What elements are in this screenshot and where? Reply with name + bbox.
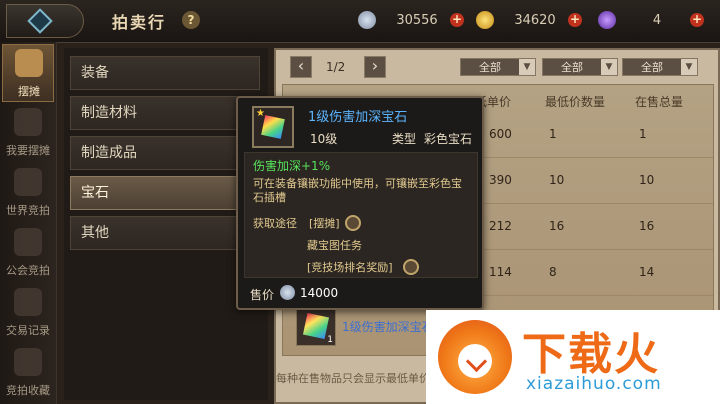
watermark: 下载火 xiazaihuo.com — [426, 310, 720, 404]
filter-value: 全部 — [561, 61, 583, 74]
item-type-value: 彩色宝石 — [424, 132, 473, 146]
page-indicator: 1/2 — [326, 60, 346, 74]
cart-icon — [15, 49, 43, 77]
min-qty-cell: 10 — [549, 173, 565, 187]
sidebar-item-world-auction[interactable]: 世界竞拍 — [2, 164, 54, 222]
sidebar-item-stall[interactable]: 摆摊 — [2, 44, 54, 102]
filter-value: 全部 — [479, 61, 501, 74]
gem-icon — [302, 312, 330, 340]
add-gold-button[interactable]: + — [568, 13, 582, 27]
prev-page-button[interactable]: ‹ — [290, 56, 312, 78]
item-stat: 伤害加深+1% — [253, 159, 331, 173]
price-cell: 212 — [489, 219, 512, 233]
sidebar-item-label: 我要摆摊 — [6, 144, 50, 157]
chevron-down-icon: ▼ — [601, 59, 617, 75]
sidebar-item-label: 摆摊 — [18, 85, 40, 98]
total-cell: 10 — [639, 173, 655, 187]
sidebar-item-label: 公会竞拍 — [6, 264, 50, 277]
price-cell: 600 — [489, 127, 512, 141]
search-icon[interactable] — [403, 259, 419, 275]
star-icon: ★ — [256, 108, 265, 119]
category-products[interactable]: 制造成品 — [70, 136, 260, 170]
item-name: 1级伤害加深宝石 — [342, 320, 434, 334]
item-price: 14000 — [300, 286, 339, 300]
category-materials[interactable]: 制造材料 — [70, 96, 260, 130]
item-tooltip: ★ 1级伤害加深宝石 10级 类型 彩色宝石 伤害加深+1% 可在装备镶嵌功能中… — [236, 96, 484, 310]
source-stall-link[interactable]: [摆摊] — [309, 215, 340, 231]
source-treasure-map: 藏宝图任务 — [307, 239, 362, 252]
sidebar-item-label: 世界竞拍 — [6, 204, 50, 217]
total-cell: 1 — [639, 127, 647, 141]
price-label: 售价 — [250, 288, 275, 302]
purple-gem-icon — [598, 11, 616, 29]
sidebar-item-trade-log[interactable]: 交易记录 — [2, 284, 54, 342]
page-title: 拍卖行 — [112, 13, 167, 32]
sidebar-item-label: 交易记录 — [6, 324, 50, 337]
item-thumbnail: 1 — [296, 306, 336, 346]
favorite-icon — [14, 348, 42, 376]
price-cell: 390 — [489, 173, 512, 187]
tooltip-details: 伤害加深+1% 可在装备镶嵌功能中使用，可镶嵌至彩色宝石插槽 获取途径 [摆摊]… — [244, 152, 478, 278]
item-type-label: 类型 — [392, 132, 417, 146]
category-gems[interactable]: 宝石 — [70, 176, 260, 210]
back-diamond-icon — [27, 8, 53, 34]
price-cell: 114 — [489, 265, 512, 279]
min-qty-cell: 1 — [549, 127, 557, 141]
sidebar: 摆摊 我要摆摊 世界竞拍 公会竞拍 交易记录 竞拍收藏 — [0, 42, 57, 404]
column-header-total: 在售总量 — [635, 95, 684, 109]
item-description: 可在装备镶嵌功能中使用，可镶嵌至彩色宝石插槽 — [253, 177, 462, 204]
stall-icon — [14, 108, 42, 136]
filter-dropdown-3[interactable]: 全部 ▼ — [622, 58, 698, 76]
total-cell: 14 — [639, 265, 655, 279]
add-silver-button[interactable]: + — [450, 13, 464, 27]
silver-coin-icon — [358, 11, 376, 29]
item-count: 1 — [327, 335, 333, 345]
item-icon: ★ — [252, 106, 294, 148]
source-label: 获取途径 — [253, 217, 297, 230]
filter-value: 全部 — [641, 61, 663, 74]
silver-amount: 30556 — [396, 13, 438, 28]
filter-dropdown-2[interactable]: 全部 ▼ — [542, 58, 618, 76]
gold-amount: 34620 — [514, 13, 556, 28]
category-equipment[interactable]: 装备 — [70, 56, 260, 90]
chevron-down-icon: ▼ — [681, 59, 697, 75]
item-level: 10级 — [310, 132, 338, 146]
gold-coin-icon — [476, 11, 494, 29]
back-button[interactable] — [6, 4, 84, 38]
chevron-down-icon: ▼ — [519, 59, 535, 75]
watermark-en: xiazaihuo.com — [526, 374, 662, 394]
next-page-button[interactable]: › — [364, 56, 386, 78]
sidebar-item-my-stall[interactable]: 我要摆摊 — [2, 104, 54, 162]
top-bar: 拍卖行 ? 30556 + 34620 + 4 + — [0, 0, 720, 43]
gem-amount: 4 — [652, 13, 662, 28]
watermark-cn: 下载火 — [522, 329, 660, 380]
category-other[interactable]: 其他 — [70, 216, 260, 250]
download-logo-icon — [438, 320, 512, 394]
item-name: 1级伤害加深宝石 — [308, 110, 408, 125]
min-qty-cell: 16 — [549, 219, 565, 233]
sidebar-item-favorites[interactable]: 竞拍收藏 — [2, 344, 54, 402]
total-cell: 16 — [639, 219, 655, 233]
add-gem-button[interactable]: + — [690, 13, 704, 27]
source-arena-link[interactable]: [竞技场排名奖励] — [307, 259, 393, 275]
sidebar-item-guild-auction[interactable]: 公会竞拍 — [2, 224, 54, 282]
filter-dropdown-1[interactable]: 全部 ▼ — [460, 58, 536, 76]
scroll-icon — [14, 288, 42, 316]
sidebar-item-label: 竞拍收藏 — [6, 384, 50, 397]
scales-icon — [14, 168, 42, 196]
min-qty-cell: 8 — [549, 265, 557, 279]
search-icon[interactable] — [345, 215, 361, 231]
help-icon[interactable]: ? — [182, 11, 200, 29]
guild-icon — [14, 228, 42, 256]
silver-coin-icon — [280, 285, 295, 300]
column-header-min-qty: 最低价数量 — [545, 95, 606, 109]
